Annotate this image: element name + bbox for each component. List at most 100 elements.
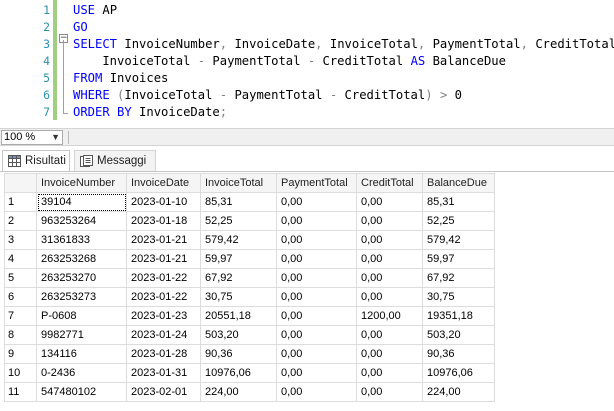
table-cell[interactable]: 39104: [36, 192, 127, 212]
zoom-dropdown[interactable]: 100 % ▼: [1, 130, 63, 145]
tab-messages[interactable]: Messaggi: [74, 150, 156, 172]
table-cell[interactable]: 85,31: [422, 192, 495, 212]
table-cell[interactable]: 0,00: [276, 268, 357, 288]
row-number[interactable]: 4: [4, 249, 37, 269]
code-line[interactable]: FROM Invoices: [73, 70, 168, 87]
table-row[interactable]: 6 263253273 2023-01-22 30,75 0,00 0,00 30,75: [4, 287, 495, 307]
table-cell[interactable]: 0,00: [276, 382, 357, 402]
table-cell[interactable]: 263253273: [36, 287, 127, 307]
table-row[interactable]: 11 547480102 2023-02-01 224,00 0,00 0,00 224,0…: [4, 382, 495, 402]
table-cell[interactable]: 0,00: [276, 306, 357, 326]
table-cell[interactable]: 2023-01-10: [126, 192, 201, 212]
table-cell[interactable]: 2023-01-21: [126, 249, 201, 269]
row-number[interactable]: 1: [4, 192, 37, 212]
table-cell[interactable]: 579,42: [422, 230, 495, 250]
table-cell[interactable]: 30,75: [200, 287, 277, 307]
column-header[interactable]: InvoiceNumber: [36, 173, 127, 193]
row-number[interactable]: 3: [4, 230, 37, 250]
table-cell[interactable]: 31361833: [36, 230, 127, 250]
table-cell[interactable]: 503,20: [422, 325, 495, 345]
table-cell[interactable]: 0,00: [356, 382, 423, 402]
table-cell[interactable]: 59,97: [200, 249, 277, 269]
column-header[interactable]: CreditTotal: [356, 173, 423, 193]
horizontal-scrollbar-divider[interactable]: [68, 131, 69, 144]
column-header[interactable]: InvoiceTotal: [200, 173, 277, 193]
code-line[interactable]: GO: [73, 19, 88, 36]
table-cell[interactable]: 90,36: [422, 344, 495, 364]
row-number[interactable]: 11: [4, 382, 37, 402]
table-cell[interactable]: 224,00: [422, 382, 495, 402]
column-header[interactable]: InvoiceDate: [126, 173, 201, 193]
select-all-corner[interactable]: [4, 173, 37, 193]
row-number[interactable]: 5: [4, 268, 37, 288]
table-cell[interactable]: 0,00: [276, 325, 357, 345]
table-cell[interactable]: 2023-01-24: [126, 325, 201, 345]
table-cell[interactable]: 579,42: [200, 230, 277, 250]
table-cell[interactable]: 2023-01-28: [126, 344, 201, 364]
tab-results[interactable]: Risultati: [2, 150, 70, 172]
table-cell[interactable]: 59,97: [422, 249, 495, 269]
code-line[interactable]: InvoiceTotal - PaymentTotal - CreditTota…: [73, 53, 506, 70]
table-cell[interactable]: 134116: [36, 344, 127, 364]
table-cell[interactable]: 963253264: [36, 211, 127, 231]
table-cell[interactable]: 1200,00: [356, 306, 423, 326]
chevron-down-icon[interactable]: ▼: [51, 131, 60, 144]
table-cell[interactable]: 0,00: [356, 268, 423, 288]
code-line[interactable]: ORDER BY InvoiceDate;: [73, 104, 227, 121]
table-cell[interactable]: 0,00: [356, 249, 423, 269]
table-cell[interactable]: 90,36: [200, 344, 277, 364]
table-cell[interactable]: 0,00: [276, 249, 357, 269]
table-row[interactable]: 1 39104 2023-01-10 85,31 0,00 0,00 85,31: [4, 192, 495, 212]
table-cell[interactable]: 547480102: [36, 382, 127, 402]
table-cell[interactable]: 67,92: [200, 268, 277, 288]
table-cell[interactable]: 0,00: [356, 344, 423, 364]
table-cell[interactable]: 0-2436: [36, 363, 127, 383]
table-cell[interactable]: 20551,18: [200, 306, 277, 326]
table-cell[interactable]: 0,00: [356, 192, 423, 212]
row-number[interactable]: 9: [4, 344, 37, 364]
table-cell[interactable]: 2023-01-23: [126, 306, 201, 326]
column-header[interactable]: BalanceDue: [422, 173, 495, 193]
row-number[interactable]: 2: [4, 211, 37, 231]
code-line[interactable]: WHERE (InvoiceTotal - PaymentTotal - Cre…: [73, 87, 462, 104]
table-cell[interactable]: 2023-01-22: [126, 268, 201, 288]
table-cell[interactable]: 19351,18: [422, 306, 495, 326]
code-line[interactable]: SELECT InvoiceNumber, InvoiceDate, Invoi…: [73, 36, 614, 53]
table-cell[interactable]: 0,00: [276, 230, 357, 250]
table-cell[interactable]: 9982771: [36, 325, 127, 345]
table-cell[interactable]: 0,00: [356, 287, 423, 307]
row-number[interactable]: 6: [4, 287, 37, 307]
table-cell[interactable]: 0,00: [276, 287, 357, 307]
table-cell[interactable]: 0,00: [356, 363, 423, 383]
table-cell[interactable]: 52,25: [422, 211, 495, 231]
table-row[interactable]: 2 963253264 2023-01-18 52,25 0,00 0,00 52,25: [4, 211, 495, 231]
table-cell[interactable]: 2023-01-18: [126, 211, 201, 231]
table-cell[interactable]: 224,00: [200, 382, 277, 402]
table-cell[interactable]: 0,00: [356, 211, 423, 231]
table-cell[interactable]: 0,00: [276, 344, 357, 364]
column-header[interactable]: PaymentTotal: [276, 173, 357, 193]
query-editor[interactable]: 1234567 − USE AP GO SELECT InvoiceNumber, …: [0, 0, 614, 126]
table-cell[interactable]: 10976,06: [200, 363, 277, 383]
table-cell[interactable]: 2023-02-01: [126, 382, 201, 402]
code-line[interactable]: USE AP: [73, 2, 117, 19]
table-row[interactable]: 9 134116 2023-01-28 90,36 0,00 0,00 90,36: [4, 344, 495, 364]
table-cell[interactable]: 0,00: [356, 325, 423, 345]
table-cell[interactable]: 0,00: [276, 192, 357, 212]
table-row[interactable]: 3 31361833 2023-01-21 579,42 0,00 0,00 579,42: [4, 230, 495, 250]
table-cell[interactable]: 85,31: [200, 192, 277, 212]
row-number[interactable]: 10: [4, 363, 37, 383]
table-cell[interactable]: 30,75: [422, 287, 495, 307]
table-row[interactable]: 8 9982771 2023-01-24 503,20 0,00 0,00 503,20: [4, 325, 495, 345]
table-row[interactable]: 5 263253270 2023-01-22 67,92 0,00 0,00 67,92: [4, 268, 495, 288]
table-row[interactable]: 7 P-0608 2023-01-23 20551,18 0,00 1200,00 1935…: [4, 306, 495, 326]
table-cell[interactable]: 263253270: [36, 268, 127, 288]
table-cell[interactable]: 0,00: [276, 211, 357, 231]
table-cell[interactable]: 0,00: [356, 230, 423, 250]
table-row[interactable]: 4 263253268 2023-01-21 59,97 0,00 0,00 59,97: [4, 249, 495, 269]
table-cell[interactable]: 67,92: [422, 268, 495, 288]
results-grid[interactable]: InvoiceNumber InvoiceDate InvoiceTotal Paym…: [4, 173, 495, 402]
table-cell[interactable]: 0,00: [276, 363, 357, 383]
table-cell[interactable]: 263253268: [36, 249, 127, 269]
table-cell[interactable]: 52,25: [200, 211, 277, 231]
